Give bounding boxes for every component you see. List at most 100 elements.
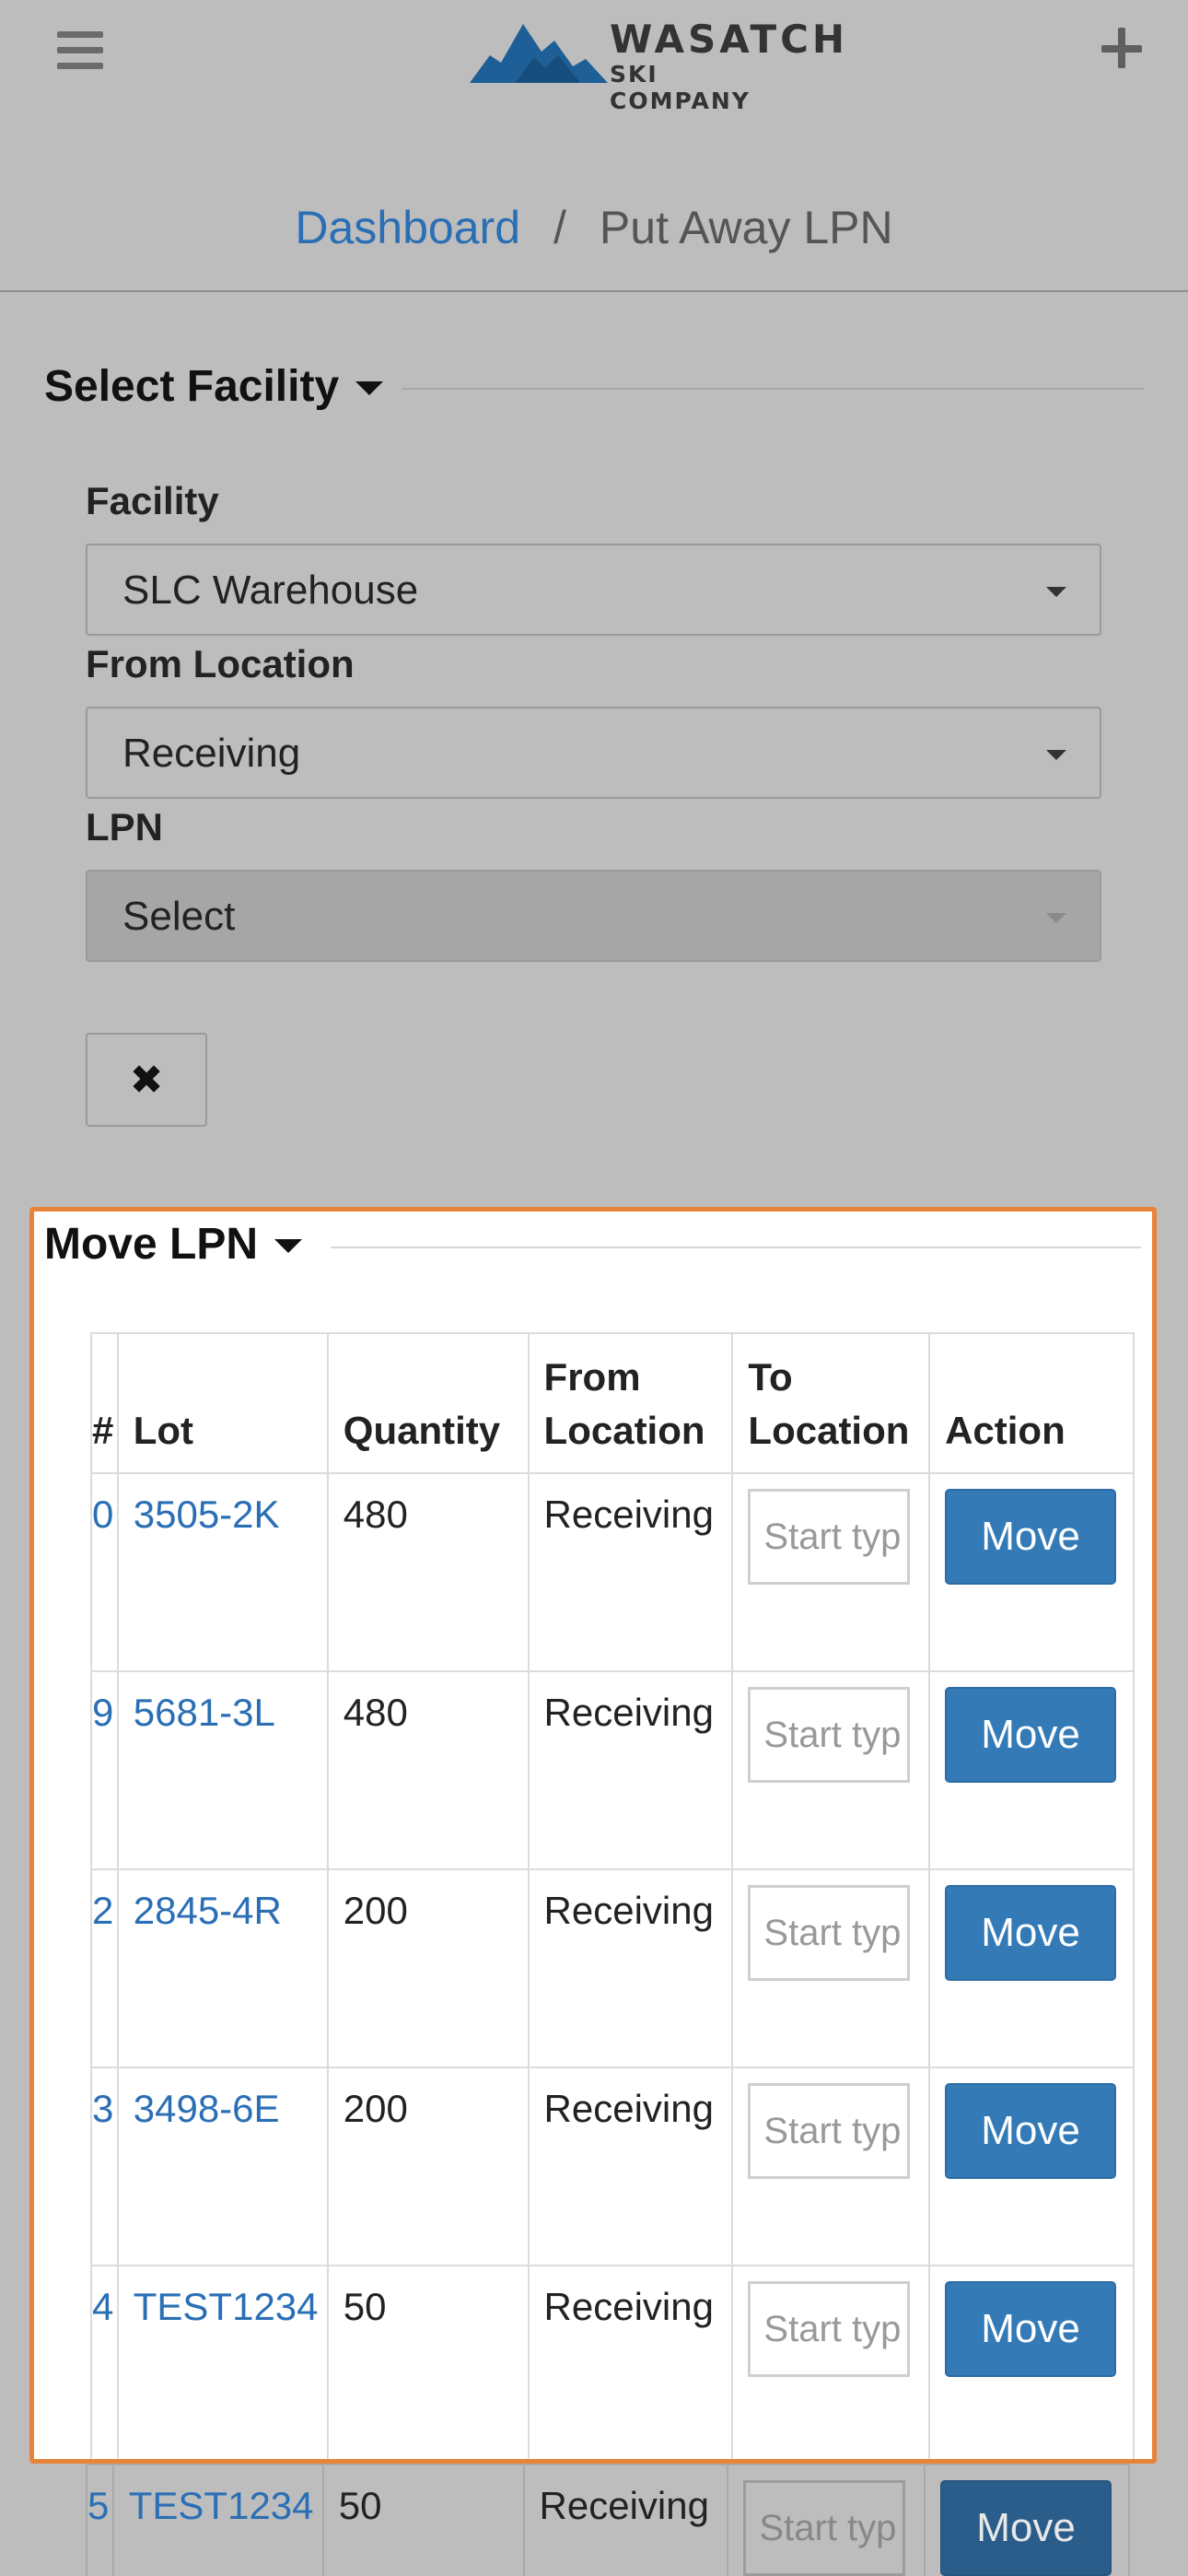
action-cell: Move	[928, 2265, 1135, 2459]
from-location-select[interactable]: Receiving	[86, 707, 1101, 799]
from-location-select-value: Receiving	[122, 731, 301, 776]
to-location-input[interactable]: Start typ	[748, 1687, 911, 1783]
move-lpn-toggle[interactable]: Move LPN	[44, 1219, 303, 1270]
chevron-down-icon	[1046, 750, 1066, 760]
breadcrumb: Dashboard / Put Away LPN	[0, 201, 1188, 254]
hamburger-icon[interactable]	[57, 31, 103, 72]
from-location-cell: Receiving	[522, 2464, 729, 2576]
lot-link[interactable]: TEST1234	[134, 2285, 319, 2328]
quantity-cell: 50	[321, 2464, 525, 2576]
move-button[interactable]: Move	[945, 2083, 1117, 2179]
logo-subtitle: SKI COMPANY	[610, 61, 751, 114]
to-location-cell: Start typ	[731, 1670, 931, 1870]
move-lpn-table: # Lot Quantity From Location To Location…	[90, 1332, 1135, 2459]
from-location-label: From Location	[86, 642, 355, 685]
select-facility-toggle[interactable]: Select Facility	[44, 361, 384, 412]
lot-cell: TEST1234	[116, 2265, 329, 2459]
overflow-table: 5 TEST1234 50 Receiving Start typ Move	[86, 2464, 1130, 2576]
lot-link[interactable]: 3505-2K	[134, 1493, 280, 1536]
column-header-from-location: From Location	[527, 1332, 734, 1474]
to-location-input[interactable]: Start typ	[748, 1885, 911, 1981]
from-location-cell: Receiving	[527, 2067, 734, 2266]
to-location-input[interactable]: Start typ	[748, 1489, 911, 1585]
action-cell: Move	[928, 1868, 1135, 2068]
header-divider	[0, 290, 1188, 292]
column-header-action: Action	[928, 1332, 1135, 1474]
logo-wordmark: WASATCH	[610, 17, 849, 62]
breadcrumb-separator: /	[553, 202, 566, 253]
action-cell: Move	[928, 2067, 1135, 2266]
to-location-input[interactable]: Start typ	[748, 2281, 911, 2377]
action-cell: Move	[924, 2464, 1130, 2576]
lpn-select[interactable]: Select	[86, 870, 1101, 962]
move-button[interactable]: Move	[945, 1489, 1117, 1585]
caret-down-icon	[355, 381, 384, 395]
move-button[interactable]: Move	[945, 1687, 1117, 1783]
company-logo[interactable]: WASATCH SKI COMPANY	[470, 17, 844, 114]
column-header-to-location: To Location	[731, 1332, 931, 1474]
to-location-cell: Start typ	[731, 1472, 931, 1672]
top-bar: WASATCH SKI COMPANY	[0, 0, 1188, 114]
select-facility-title: Select Facility	[44, 362, 340, 411]
section-divider	[402, 388, 1144, 390]
from-location-cell: Receiving	[527, 1868, 734, 2068]
move-button[interactable]: Move	[940, 2480, 1112, 2575]
to-location-input[interactable]: Start typ	[743, 2480, 906, 2575]
quantity-cell: 200	[326, 2067, 530, 2266]
mountain-logo-icon	[470, 24, 608, 83]
from-location-cell: Receiving	[527, 2265, 734, 2459]
lot-cell: 3505-2K	[116, 1472, 329, 1672]
move-button[interactable]: Move	[945, 1885, 1117, 1981]
close-icon: ✖	[129, 1057, 164, 1103]
to-location-cell: Start typ	[731, 2067, 931, 2266]
clear-button[interactable]: ✖	[86, 1033, 207, 1127]
table-row: 2 2845-4R 200 Receiving Start typ Move	[90, 1868, 1135, 2068]
chevron-down-icon	[1046, 587, 1066, 597]
quantity-cell: 50	[326, 2265, 530, 2459]
lpn-cell[interactable]: 3	[90, 2067, 119, 2266]
to-location-cell: Start typ	[731, 2265, 931, 2459]
move-lpn-panel: Move LPN # Lot Quantity From Location To…	[29, 1207, 1157, 2464]
table-row: 4 TEST1234 50 Receiving Start typ Move	[90, 2265, 1135, 2459]
column-header-quantity: Quantity	[326, 1332, 530, 1474]
plus-icon[interactable]	[1101, 28, 1144, 70]
lpn-cell[interactable]: 5	[86, 2464, 114, 2576]
lot-link[interactable]: 5681-3L	[134, 1691, 275, 1734]
to-location-input[interactable]: Start typ	[748, 2083, 911, 2179]
move-button[interactable]: Move	[945, 2281, 1117, 2377]
facility-label: Facility	[86, 479, 219, 522]
move-lpn-title: Move LPN	[44, 1220, 259, 1269]
quantity-cell: 200	[326, 1868, 530, 2068]
to-location-cell: Start typ	[727, 2464, 926, 2576]
section-divider	[331, 1247, 1141, 1248]
lot-link[interactable]: TEST1234	[129, 2484, 314, 2527]
lpn-label: LPN	[86, 805, 163, 849]
table-row: 9 5681-3L 480 Receiving Start typ Move	[90, 1670, 1135, 1870]
action-cell: Move	[928, 1472, 1135, 1672]
lpn-cell[interactable]: 9	[90, 1670, 119, 1870]
lot-cell: 2845-4R	[116, 1868, 329, 2068]
lpn-cell[interactable]: 4	[90, 2265, 119, 2459]
chevron-down-icon	[1046, 913, 1066, 923]
lot-cell: TEST1234	[111, 2464, 324, 2576]
breadcrumb-dashboard-link[interactable]: Dashboard	[295, 202, 520, 253]
lot-cell: 5681-3L	[116, 1670, 329, 1870]
table-header-row: # Lot Quantity From Location To Location…	[90, 1332, 1135, 1474]
caret-down-icon	[274, 1239, 303, 1253]
quantity-cell: 480	[326, 1472, 530, 1672]
lpn-cell[interactable]: 2	[90, 1868, 119, 2068]
lpn-cell[interactable]: 0	[90, 1472, 119, 1672]
lot-link[interactable]: 3498-6E	[134, 2087, 280, 2130]
lot-cell: 3498-6E	[116, 2067, 329, 2266]
table-row: 0 3505-2K 480 Receiving Start typ Move	[90, 1472, 1135, 1672]
facility-select[interactable]: SLC Warehouse	[86, 544, 1101, 636]
facility-select-value: SLC Warehouse	[122, 568, 419, 613]
lpn-select-value: Select	[122, 894, 236, 939]
breadcrumb-current: Put Away LPN	[599, 202, 893, 253]
from-location-cell: Receiving	[527, 1670, 734, 1870]
action-cell: Move	[928, 1670, 1135, 1870]
overflow-table-area: 5 TEST1234 50 Receiving Start typ Move	[0, 2464, 1188, 2576]
lot-link[interactable]: 2845-4R	[134, 1889, 282, 1932]
from-location-cell: Receiving	[527, 1472, 734, 1672]
to-location-cell: Start typ	[731, 1868, 931, 2068]
